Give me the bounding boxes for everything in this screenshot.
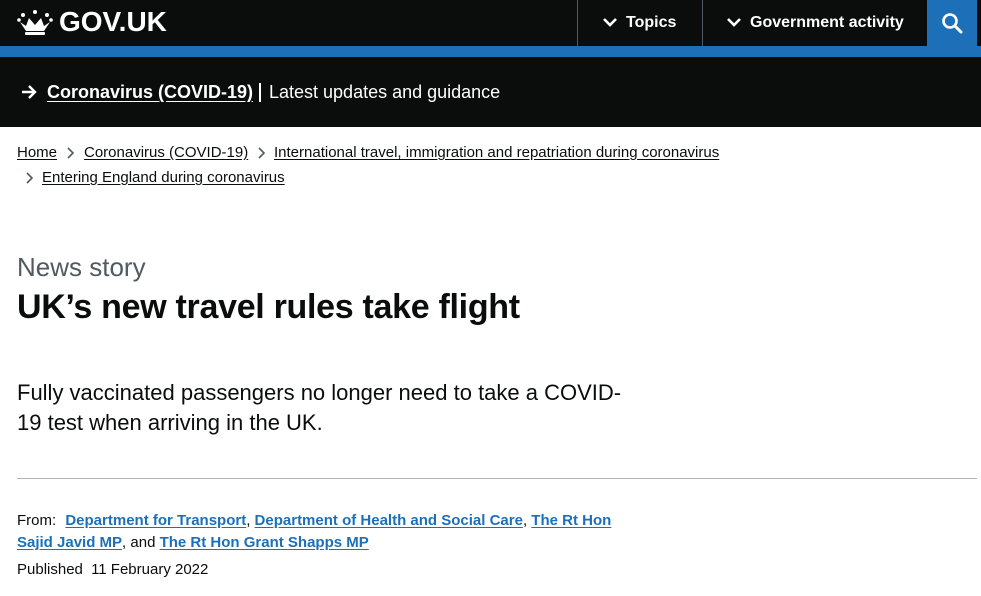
lead-line-2: 19 test when arriving in the UK. (17, 410, 323, 435)
government-activity-label: Government activity (750, 14, 904, 31)
breadcrumb-entering-england[interactable]: Entering England during coronavirus (42, 169, 285, 186)
crown-icon (17, 9, 53, 36)
published-label: Published (17, 561, 83, 578)
chevron-right-icon (67, 147, 75, 159)
published-date: 11 February 2022 (91, 561, 209, 578)
metadata-from: From: Department for Transport, Departme… (17, 510, 637, 554)
site-header: GOV.UK Topics Government activity (0, 0, 981, 46)
page-title: UK’s new travel rules take flight (17, 288, 520, 326)
covid-banner-link[interactable]: Coronavirus (COVID-19) (47, 80, 253, 104)
chevron-right-icon (258, 147, 266, 159)
breadcrumb-home[interactable]: Home (17, 144, 57, 161)
banner-description: Latest updates and guidance (269, 82, 501, 102)
section-divider (17, 478, 977, 479)
and-text: , and (122, 534, 156, 551)
topics-menu-button[interactable]: Topics (577, 0, 702, 46)
org-link-dft[interactable]: Department for Transport (65, 512, 246, 529)
org-link-dhsc[interactable]: Department of Health and Social Care (255, 512, 523, 529)
lead-line-1: Fully vaccinated passengers no longer ne… (17, 380, 622, 405)
arrow-right-icon (22, 85, 37, 99)
org-separator: , (246, 512, 251, 529)
lead-paragraph: Fully vaccinated passengers no longer ne… (17, 378, 657, 438)
chevron-right-icon (26, 172, 34, 184)
govuk-logo-link[interactable]: GOV.UK (17, 7, 167, 37)
metadata-published: Published 11 February 2022 (17, 559, 208, 581)
breadcrumb-international-travel[interactable]: International travel, immigration and re… (274, 144, 719, 161)
chevron-down-icon (727, 18, 741, 27)
breadcrumb-coronavirus[interactable]: Coronavirus (COVID-19) (84, 144, 248, 161)
org-separator: , (522, 512, 528, 529)
from-label: From: (17, 512, 57, 529)
topics-label: Topics (626, 14, 677, 31)
search-button[interactable] (927, 0, 977, 46)
person-link-grant-shapps[interactable]: The Rt Hon Grant Shapps MP (160, 534, 369, 551)
banner-divider (259, 83, 261, 102)
government-activity-menu-button[interactable]: Government activity (702, 0, 927, 46)
content-type-caption: News story (17, 252, 146, 282)
chevron-down-icon (603, 18, 617, 27)
header-blue-bar (0, 46, 981, 57)
govuk-logo-text: GOV.UK (59, 6, 167, 37)
search-icon (942, 13, 963, 34)
